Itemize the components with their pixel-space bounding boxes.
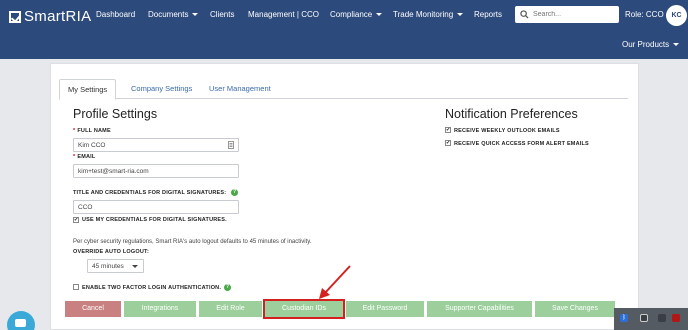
chevron-down-icon (376, 13, 383, 17)
shield-icon[interactable] (640, 314, 648, 322)
checkmark-logo-icon (9, 10, 21, 23)
nav-our-products-label: Our Products (622, 40, 670, 49)
save-changes-button[interactable]: Save Changes (535, 301, 615, 317)
integrations-button[interactable]: Integrations (124, 301, 196, 317)
nav-our-products[interactable]: Our Products (622, 40, 680, 49)
brand-name: SmartRIA (24, 8, 92, 25)
nav-documents-label: Documents (148, 10, 189, 19)
search-icon (520, 10, 529, 19)
weekly-outlook-checkbox[interactable] (445, 127, 451, 133)
auto-logout-value: 45 minutes (92, 263, 124, 270)
full-name-label-text: FULL NAME (77, 128, 111, 134)
app-icon[interactable] (658, 314, 666, 322)
bluetooth-icon[interactable]: ᛒ (620, 314, 628, 322)
chat-bubble-icon[interactable] (7, 311, 35, 330)
edit-role-button[interactable]: Edit Role (199, 301, 262, 317)
nav-clients[interactable]: Clients (210, 10, 234, 19)
two-factor-label: ENABLE TWO FACTOR LOGIN AUTHENTICATION. (82, 285, 222, 291)
two-factor-checkbox[interactable] (73, 284, 79, 290)
nav-documents[interactable]: Documents (148, 10, 199, 19)
tab-company-settings[interactable]: Company Settings (123, 79, 200, 99)
quick-access-checkbox[interactable] (445, 140, 451, 146)
chevron-down-icon (457, 13, 464, 17)
use-credentials-label: USE MY CREDENTIALS FOR DIGITAL SIGNATURE… (82, 217, 227, 223)
nav-compliance[interactable]: Compliance (330, 10, 383, 19)
override-logout-label: OVERRIDE AUTO LOGOUT: (73, 249, 150, 255)
credentials-label: TITLE AND CREDENTIALS FOR DIGITAL SIGNAT… (73, 190, 227, 196)
auto-logout-select[interactable]: 45 minutes (87, 259, 144, 273)
help-icon[interactable]: ? (224, 284, 231, 291)
nav-dashboard[interactable]: Dashboard (96, 10, 135, 19)
top-navbar: SmartRIA Dashboard Documents Clients Man… (0, 0, 688, 59)
email-label-text: EMAIL (77, 154, 96, 160)
settings-tabs: My Settings Company Settings User Manage… (59, 79, 628, 100)
nav-trade-monitoring-label: Trade Monitoring (393, 10, 454, 19)
tab-my-settings[interactable]: My Settings (59, 79, 117, 100)
full-name-label: * FULL NAME (73, 128, 111, 134)
help-icon[interactable]: ? (231, 189, 238, 196)
chevron-down-icon (673, 43, 680, 47)
nav-management[interactable]: Management | CCO (248, 10, 319, 19)
notification-preferences-title: Notification Preferences (445, 107, 578, 121)
cancel-button[interactable]: Cancel (65, 301, 121, 317)
annotation-arrow-icon (319, 265, 351, 299)
role-indicator: Role: CCO (625, 10, 664, 19)
credentials-field[interactable]: CCO (73, 200, 239, 214)
smartria-logo[interactable]: SmartRIA (9, 8, 91, 25)
quick-access-label: RECEIVE QUICK ACCESS FORM ALERT EMAILS (454, 141, 589, 147)
user-avatar[interactable]: KC (666, 5, 687, 26)
nav-compliance-label: Compliance (330, 10, 373, 19)
record-icon[interactable] (672, 314, 680, 322)
contact-card-icon (228, 141, 234, 149)
use-credentials-checkbox[interactable] (73, 217, 79, 223)
auto-logout-note: Per cyber security regulations, Smart RI… (73, 239, 312, 245)
system-tray: ᛒ (614, 308, 688, 330)
weekly-outlook-label: RECEIVE WEEKLY OUTLOOK EMAILS (454, 128, 560, 134)
supporter-capabilities-button[interactable]: Supporter Capabilities (427, 301, 532, 317)
nav-trade-monitoring[interactable]: Trade Monitoring (393, 10, 464, 19)
custodian-ids-button[interactable]: Custodian IDs (263, 299, 345, 319)
profile-settings-title: Profile Settings (73, 107, 158, 121)
full-name-field[interactable]: Kim CCO (73, 138, 239, 152)
full-name-value: Kim CCO (78, 142, 106, 149)
email-label: * EMAIL (73, 154, 96, 160)
chevron-down-icon (192, 13, 199, 17)
nav-reports[interactable]: Reports (474, 10, 502, 19)
search-input[interactable] (533, 11, 613, 18)
chevron-down-icon (132, 265, 138, 268)
search-box[interactable] (515, 6, 619, 23)
email-field[interactable]: kim+test@smart-ria.com (73, 164, 239, 178)
edit-password-button[interactable]: Edit Password (346, 301, 424, 317)
tab-user-management[interactable]: User Management (201, 79, 279, 99)
